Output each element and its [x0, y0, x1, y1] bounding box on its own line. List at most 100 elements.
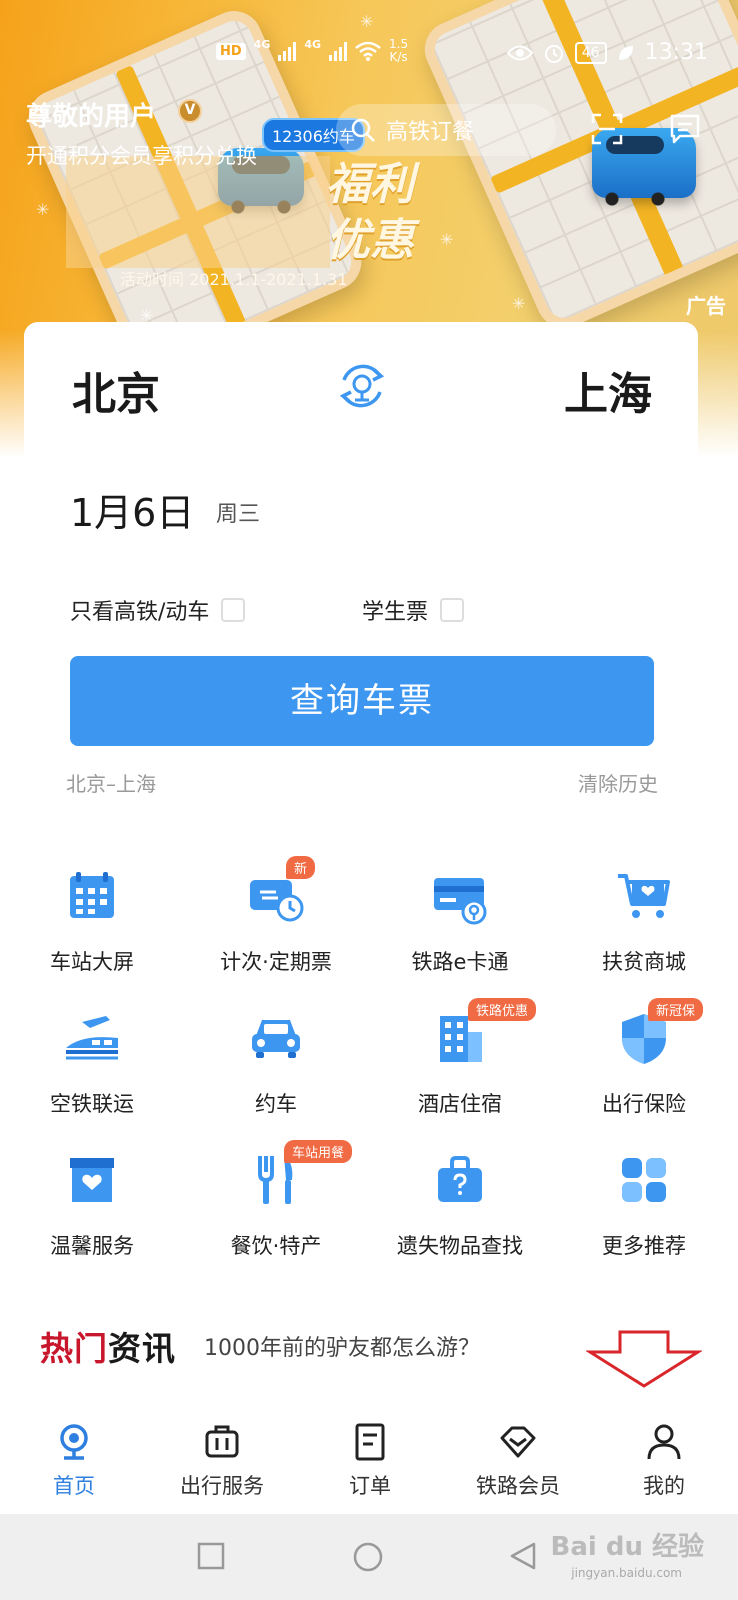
covid-insurance-tag: 新冠保 — [648, 998, 704, 1021]
home-circle-icon[interactable] — [352, 1541, 384, 1573]
tab-home[interactable]: 首页 — [0, 1400, 148, 1514]
calendar-grid-icon — [70, 872, 114, 918]
service-label: 遗失物品查找 — [397, 1234, 523, 1258]
network-type-1: 4G — [253, 38, 271, 51]
car-icon — [252, 1020, 300, 1058]
query-tickets-button[interactable]: 查询车票 — [70, 656, 654, 746]
student-ticket-checkbox[interactable] — [440, 598, 465, 622]
search-bar[interactable]: 高铁订餐 — [336, 104, 556, 156]
swap-stations-icon[interactable] — [334, 358, 390, 414]
tab-travel-service[interactable]: 出行服务 — [148, 1400, 296, 1514]
snowflake-icon: ✳ — [512, 294, 526, 313]
student-ticket-option[interactable]: 学生票 — [362, 594, 465, 626]
network-speed: 1.5 K/s — [389, 37, 409, 64]
search-placeholder: 高铁订餐 — [386, 120, 475, 145]
arrival-city[interactable]: 上海 — [564, 358, 652, 422]
tab-label: 铁路会员 — [476, 1474, 560, 1498]
service-air-rail[interactable]: 空铁联运 — [0, 998, 184, 1118]
tab-label: 出行服务 — [180, 1474, 264, 1498]
search-history-item[interactable]: 北京–上海 — [66, 768, 156, 797]
eye-icon — [506, 45, 533, 60]
lost-bag-icon — [438, 1156, 482, 1202]
service-hotel[interactable]: 铁路优惠 酒店住宿 — [368, 998, 552, 1118]
highspeed-only-label: 只看高铁/动车 — [70, 600, 210, 625]
signal-icon — [329, 41, 348, 61]
service-label: 铁路e卡通 — [411, 950, 509, 974]
snowflake-icon: ✳ — [36, 200, 50, 219]
highspeed-only-option[interactable]: 只看高铁/动车 — [70, 594, 246, 626]
order-list-icon — [355, 1423, 385, 1461]
tab-label: 订单 — [349, 1474, 391, 1498]
service-mall[interactable]: 扶贫商城 — [552, 856, 736, 976]
signal-icon — [278, 41, 297, 61]
departure-date[interactable]: 1月6日 — [70, 482, 194, 537]
wifi-icon — [355, 41, 381, 61]
snowflake-icon: ✳ — [360, 12, 374, 31]
recent-apps-icon[interactable] — [196, 1541, 226, 1571]
user-greeting[interactable]: 尊敬的用户 — [26, 96, 156, 133]
service-care[interactable]: 温馨服务 — [0, 1140, 184, 1260]
highspeed-only-checkbox[interactable] — [221, 598, 246, 622]
clock-time: 13:31 — [644, 40, 708, 65]
battery-level: 46 — [574, 41, 607, 64]
clear-history-button[interactable]: 清除历史 — [578, 768, 658, 797]
user-subtitle[interactable]: 开通积分会员享积分兑换 — [26, 140, 296, 170]
service-insurance[interactable]: 新冠保 出行保险 — [552, 998, 736, 1118]
service-label: 计次·定期票 — [220, 950, 332, 974]
station-meal-tag: 车站用餐 — [284, 1140, 353, 1163]
tab-label: 首页 — [53, 1474, 95, 1498]
tab-membership[interactable]: 铁路会员 — [444, 1400, 592, 1514]
departure-city[interactable]: 北京 — [72, 358, 160, 422]
activity-time: 活动时间 2021.1.1-2021.1.31 — [120, 270, 348, 289]
plane-train-icon — [66, 1016, 118, 1060]
home-rail-icon — [60, 1424, 88, 1460]
service-label: 约车 — [255, 1092, 297, 1116]
watermark-url: jingyan.baidu.com — [571, 1566, 682, 1580]
student-ticket-label: 学生票 — [362, 600, 429, 625]
service-label: 出行保险 — [602, 1092, 686, 1116]
tab-mine[interactable]: 我的 — [590, 1400, 738, 1514]
rail-discount-tag: 铁路优惠 — [468, 998, 537, 1021]
annotation-arrow-icon — [586, 1330, 702, 1388]
search-icon — [351, 118, 375, 142]
vip-badge[interactable]: V — [178, 99, 202, 123]
service-car-hailing[interactable]: 约车 — [184, 998, 368, 1118]
service-lost-found[interactable]: 遗失物品查找 — [368, 1140, 552, 1260]
service-label: 空铁联运 — [50, 1092, 134, 1116]
service-station-screen[interactable]: 车站大屏 — [0, 856, 184, 976]
heart-box-icon — [70, 1158, 114, 1202]
service-rail-ecard[interactable]: 铁路e卡通 — [368, 856, 552, 976]
tab-label: 我的 — [643, 1474, 685, 1498]
back-triangle-icon[interactable] — [508, 1541, 538, 1571]
ticket-search-card: 北京 上海 1月6日 周三 只看高铁/动车 学生票 查询车票 北京–上海 清除历… — [24, 322, 698, 810]
service-periodic-ticket[interactable]: 新 计次·定期票 — [184, 856, 368, 976]
watermark-logo: Bai du 经验 — [550, 1532, 705, 1562]
status-bar: HD 4G 4G 1.5 K/s 46 13:31 — [0, 34, 738, 70]
diamond-icon — [500, 1426, 536, 1458]
service-more[interactable]: 更多推荐 — [552, 1140, 736, 1260]
person-icon — [647, 1424, 681, 1460]
service-label: 温馨服务 — [50, 1234, 134, 1258]
message-icon[interactable] — [668, 112, 702, 146]
promo-headline-1: 福利 — [326, 159, 414, 210]
departure-weekday[interactable]: 周三 — [216, 496, 260, 528]
banner-blurred-area — [66, 156, 330, 268]
snowflake-icon: ✳ — [440, 230, 454, 249]
luggage-icon — [205, 1425, 239, 1458]
scan-icon[interactable] — [590, 112, 624, 146]
bottom-tab-bar: 首页 出行服务 订单 铁路会员 我的 — [0, 1400, 738, 1514]
news-headline[interactable]: 1000年前的驴友都怎么游？ — [204, 1330, 480, 1362]
leaf-icon — [618, 45, 633, 60]
service-label: 更多推荐 — [602, 1234, 686, 1258]
service-label: 车站大屏 — [50, 950, 134, 974]
service-food[interactable]: 车站用餐 餐饮·特产 — [184, 1140, 368, 1260]
alarm-icon — [544, 44, 563, 63]
new-tag: 新 — [286, 856, 316, 879]
more-apps-icon — [622, 1158, 666, 1202]
hd-indicator: HD — [216, 42, 246, 60]
tab-orders[interactable]: 订单 — [296, 1400, 444, 1514]
ad-label: 广告 — [686, 294, 726, 318]
service-label: 酒店住宿 — [418, 1092, 502, 1116]
service-label: 餐饮·特产 — [230, 1234, 322, 1258]
service-label: 扶贫商城 — [602, 950, 686, 974]
